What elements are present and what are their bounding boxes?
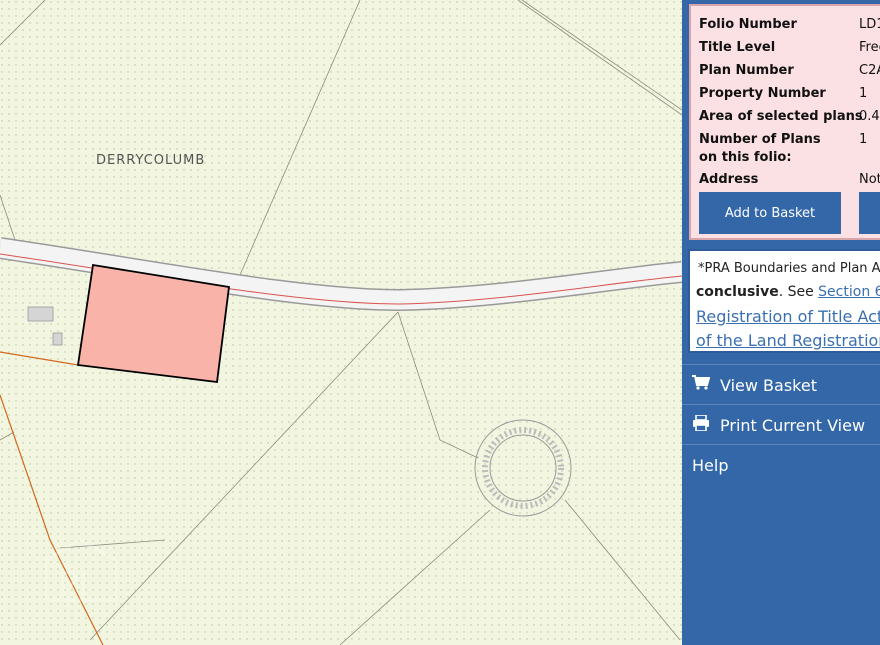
disclaimer-box: *PRA Boundaries and Plan A conclusive. S… (688, 249, 880, 353)
section-link[interactable]: Section 6 (818, 284, 880, 300)
map-drawing: PI (0, 0, 682, 645)
folio-info-box: Folio Number LD1 Title Level Free Plan N… (689, 4, 880, 240)
view-basket-label: View Basket (720, 375, 817, 395)
disclaimer-line-1: *PRA Boundaries and Plan A (698, 261, 880, 276)
land-registration-link[interactable]: of the Land Registration (696, 331, 880, 350)
help-label: Help (692, 455, 729, 475)
map-canvas[interactable]: PI DERRYCOLUMB (0, 0, 682, 645)
view-basket-item[interactable]: View Basket (682, 365, 880, 405)
cart-icon (692, 375, 712, 395)
disclaimer-line-2: conclusive. See Section 6 (696, 284, 880, 300)
printer-icon (692, 414, 712, 435)
svg-text:PI: PI (58, 565, 89, 605)
selected-parcel[interactable] (76, 263, 231, 384)
side-panel: Folio Number LD1 Title Level Free Plan N… (682, 0, 880, 645)
secondary-action-button[interactable] (859, 192, 880, 234)
building (27, 306, 54, 322)
add-to-basket-button[interactable]: Add to Basket (699, 192, 841, 234)
print-view-item[interactable]: Print Current View (682, 405, 880, 445)
print-view-label: Print Current View (720, 415, 866, 435)
building (52, 332, 63, 346)
registration-act-link[interactable]: Registration of Title Act 1 (696, 307, 880, 326)
help-item[interactable]: Help (682, 445, 880, 485)
townland-label: DERRYCOLUMB (96, 153, 206, 168)
